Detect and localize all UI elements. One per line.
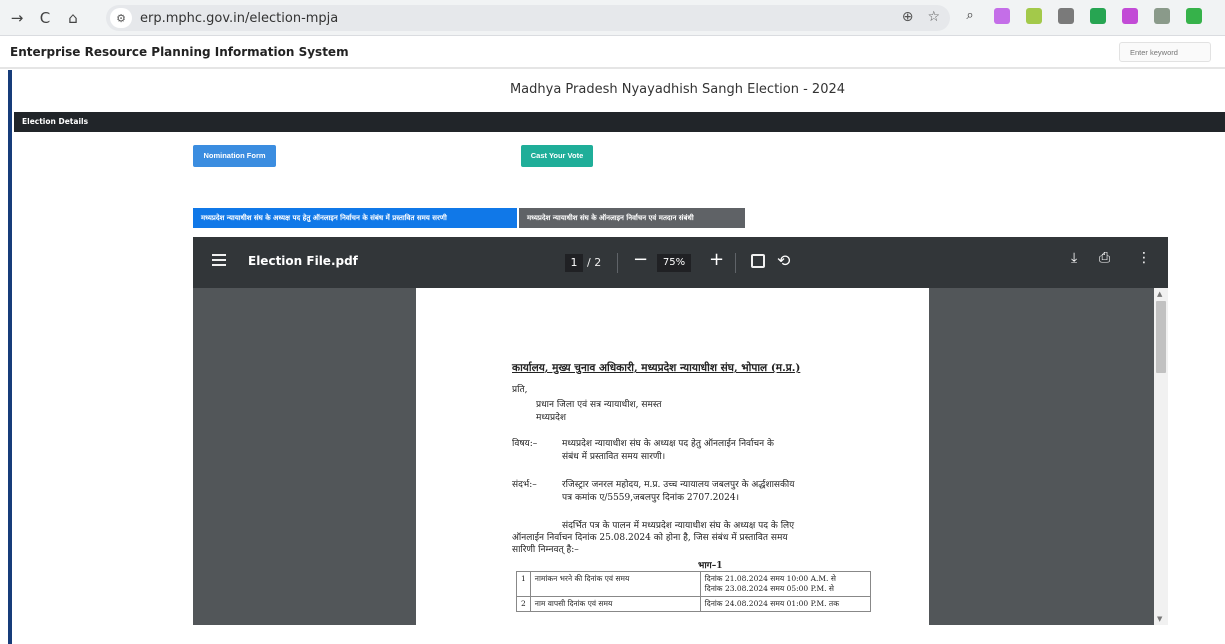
- scroll-thumb[interactable]: [1156, 301, 1166, 373]
- more-options-icon[interactable]: ⋮: [1137, 250, 1151, 266]
- table-cell: दिनांक 24.08.2024 समय 01:00 P.M. तक: [699, 596, 871, 612]
- schedule-table: 1 नामांकन भरने की दिनांक एवं समय दिनांक …: [516, 571, 871, 612]
- pdf-scrollbar[interactable]: ▲ ▼: [1154, 288, 1168, 625]
- site-title: Enterprise Resource Planning Information…: [10, 45, 349, 59]
- extension-2-icon[interactable]: [1026, 8, 1042, 24]
- table-cell: 1: [516, 571, 531, 597]
- nomination-form-button[interactable]: Nomination Form: [193, 145, 276, 167]
- extension-5-icon[interactable]: [1122, 8, 1138, 24]
- extension-3-icon[interactable]: [1058, 8, 1074, 24]
- document-text: विषय:–: [512, 439, 538, 449]
- browser-toolbar: → C ⌂ ⚙ erp.mphc.gov.in/election-mpja ⊕ …: [0, 0, 1225, 36]
- extension-6-icon[interactable]: [1154, 8, 1170, 24]
- document-title: कार्यालय, मुख्य चुनाव अधिकारी, मध्यप्रदे…: [512, 362, 801, 374]
- table-row: 2 नाम वापसी दिनांक एवं समय दिनांक 24.08.…: [516, 596, 871, 612]
- address-bar[interactable]: ⚙ erp.mphc.gov.in/election-mpja ⊕ ☆: [106, 5, 950, 31]
- back-arrow-icon[interactable]: →: [6, 7, 28, 29]
- toolbar-divider: [617, 253, 618, 273]
- cast-vote-button[interactable]: Cast Your Vote: [521, 145, 593, 167]
- table-cell: दिनांक 21.08.2024 समय 10:00 A.M. से दिना…: [699, 571, 871, 597]
- reload-icon[interactable]: C: [34, 7, 56, 29]
- url-text: erp.mphc.gov.in/election-mpja: [140, 10, 339, 26]
- document-text: ऑनलाईन निर्वाचन दिनांक 25.08.2024 को होन…: [512, 533, 788, 543]
- page-title: Madhya Pradesh Nyayadhish Sangh Election…: [509, 82, 846, 97]
- tab-election-voting[interactable]: मध्यप्रदेश न्यायाधीश संघ के ऑनलाइन निर्व…: [519, 208, 745, 228]
- home-icon[interactable]: ⌂: [62, 7, 84, 29]
- table-cell-line: दिनांक 21.08.2024 समय 10:00 A.M. से: [704, 574, 836, 583]
- pdf-filename: Election File.pdf: [248, 254, 358, 268]
- scroll-up-icon[interactable]: ▲: [1157, 290, 1162, 298]
- section-header: Election Details: [14, 112, 1225, 132]
- document-text: मध्यप्रदेश न्यायाधीश संघ के अध्यक्ष पद ह…: [562, 439, 774, 449]
- zoom-icon[interactable]: ⊕: [902, 9, 914, 25]
- pdf-viewer: Election File.pdf 1 / 2 − 75% + ⟲ ⤓ ⎙ ⋮ …: [193, 237, 1168, 625]
- table-row: 1 नामांकन भरने की दिनांक एवं समय दिनांक …: [516, 571, 871, 597]
- document-text: प्रधान जिला एवं सत्र न्यायाधीश, समस्त: [536, 400, 662, 410]
- table-cell-line: दिनांक 23.08.2024 समय 05:00 P.M. से: [704, 584, 834, 593]
- zoom-out-icon[interactable]: −: [633, 249, 648, 270]
- document-text: प्रति,: [512, 385, 528, 395]
- bookmark-star-icon[interactable]: ☆: [927, 9, 940, 25]
- document-text: रजिस्ट्रार जनरल महोदय, म.प्र. उच्च न्याय…: [562, 480, 795, 490]
- page-number-input[interactable]: 1: [565, 254, 583, 272]
- rotate-icon[interactable]: ⟲: [777, 251, 790, 270]
- zoom-in-icon[interactable]: +: [709, 249, 724, 270]
- keyword-search-input[interactable]: [1119, 42, 1211, 62]
- fit-page-icon[interactable]: [751, 254, 765, 268]
- download-icon[interactable]: ⤓: [1071, 250, 1077, 266]
- search-icon[interactable]: ⌕: [962, 8, 978, 24]
- site-header: Enterprise Resource Planning Information…: [0, 37, 1225, 69]
- left-accent-bar: [8, 70, 12, 644]
- page-total: / 2: [587, 256, 602, 269]
- document-text: मध्यप्रदेश: [536, 413, 567, 423]
- pdf-toolbar: Election File.pdf 1 / 2 − 75% + ⟲ ⤓ ⎙ ⋮: [193, 237, 1168, 288]
- extension-4-icon[interactable]: [1090, 8, 1106, 24]
- site-info-icon[interactable]: ⚙: [110, 8, 132, 28]
- document-text: सारिणी निम्नवत् है:–: [512, 545, 579, 555]
- tab-election-schedule[interactable]: मध्यप्रदेश न्यायाधीश संघ के अध्यक्ष पद ह…: [193, 208, 517, 228]
- document-text: पत्र कमांक ए/5559,जबलपुर दिनांक 2707.202…: [562, 493, 739, 503]
- document-text: संदर्भित पत्र के पालन में मध्यप्रदेश न्य…: [562, 521, 795, 531]
- table-cell: नामांकन भरने की दिनांक एवं समय: [529, 571, 701, 597]
- extension-7-icon[interactable]: [1186, 8, 1202, 24]
- extensions-area: ⌕: [962, 8, 1202, 24]
- table-cell: 2: [516, 596, 531, 612]
- print-icon[interactable]: ⎙: [1099, 250, 1110, 266]
- table-cell: नाम वापसी दिनांक एवं समय: [529, 596, 701, 612]
- document-text: संदर्भ:–: [512, 480, 537, 490]
- document-text: संबंध में प्रस्तावित समय सारणी।: [562, 452, 666, 462]
- toolbar-divider: [735, 253, 736, 273]
- table-cell-line: दिनांक 24.08.2024 समय 01:00 P.M. तक: [704, 599, 839, 608]
- menu-icon[interactable]: [212, 254, 226, 268]
- zoom-level-input[interactable]: 75%: [657, 254, 691, 272]
- scroll-down-icon[interactable]: ▼: [1157, 615, 1162, 623]
- pdf-page: कार्यालय, मुख्य चुनाव अधिकारी, मध्यप्रदे…: [416, 288, 929, 625]
- extension-1-icon[interactable]: [994, 8, 1010, 24]
